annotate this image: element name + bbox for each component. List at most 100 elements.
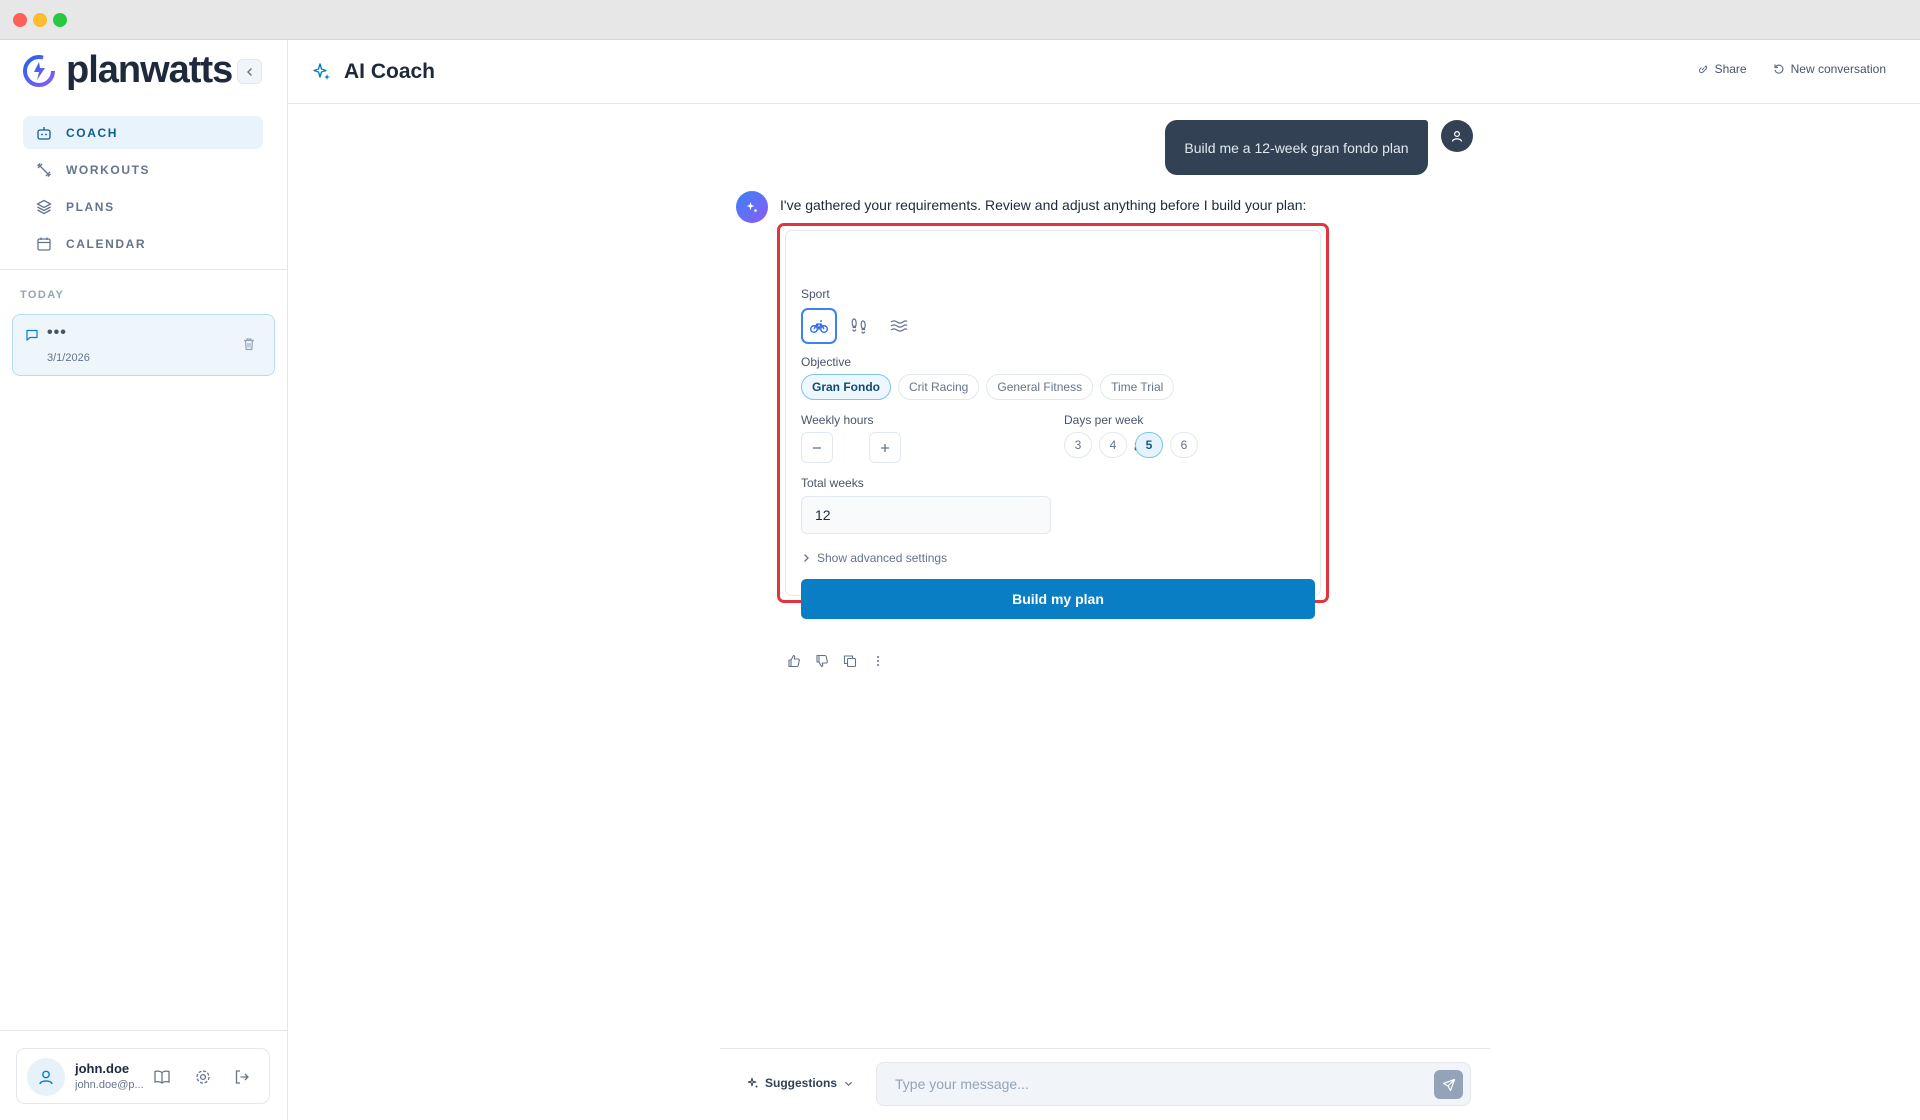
sparkles-icon bbox=[747, 1077, 758, 1088]
copy-button[interactable] bbox=[841, 652, 859, 670]
nav-label: WORKOUTS bbox=[66, 162, 151, 177]
user-message-bubble: Build me a 12-week gran fondo plan bbox=[1165, 120, 1428, 175]
share-button[interactable]: Share bbox=[1697, 62, 1747, 76]
day-chip-5[interactable]: 5 bbox=[1135, 432, 1163, 458]
suggestions-dropdown[interactable]: Suggestions bbox=[747, 1076, 859, 1090]
user-icon bbox=[1451, 130, 1463, 142]
logout-icon bbox=[235, 1070, 249, 1084]
sidebar-divider bbox=[0, 269, 287, 270]
nav-label: PLANS bbox=[66, 199, 115, 214]
new-conversation-label: New conversation bbox=[1790, 62, 1886, 76]
minimize-window-button[interactable] bbox=[33, 13, 47, 27]
total-weeks-label: Total weeks bbox=[801, 476, 864, 490]
day-chip-4[interactable]: 4 bbox=[1099, 432, 1127, 458]
user-card: john.doe john.doe@p... bbox=[16, 1048, 270, 1104]
message-square-icon bbox=[25, 328, 39, 347]
show-advanced-settings-label: Show advanced settings bbox=[817, 551, 948, 565]
sidebar-footer-divider bbox=[0, 1030, 287, 1031]
nav-label: CALENDAR bbox=[66, 236, 147, 251]
logo-row: planwatts bbox=[0, 40, 287, 103]
days-per-week-label: Days per week bbox=[1064, 413, 1144, 427]
close-window-button[interactable] bbox=[13, 13, 27, 27]
user-icon bbox=[39, 1070, 53, 1085]
dumbbell-icon bbox=[36, 162, 52, 178]
user-email: john.doe@p... bbox=[75, 1079, 144, 1091]
thumbs-up-icon bbox=[788, 654, 800, 668]
avatar[interactable] bbox=[27, 1058, 65, 1096]
layers-icon bbox=[36, 199, 52, 215]
topbar-actions: Share New conversation bbox=[1671, 62, 1886, 76]
sidebar: planwatts COACH WORKOUTS PLANS CALENDAR … bbox=[0, 40, 288, 1120]
build-plan-button[interactable]: Build my plan bbox=[801, 579, 1315, 619]
delete-conversation-button[interactable] bbox=[242, 337, 256, 356]
chevron-right-icon bbox=[804, 554, 809, 562]
more-vertical-icon bbox=[877, 656, 879, 666]
objective-label: Objective bbox=[801, 355, 852, 369]
weekly-hours-label: Weekly hours bbox=[801, 413, 874, 427]
assistant-avatar bbox=[736, 191, 768, 223]
page-title: AI Coach bbox=[344, 60, 436, 83]
day-chip-6[interactable]: 6 bbox=[1170, 432, 1198, 458]
objective-options: Gran Fondo Crit Racing General Fitness T… bbox=[801, 374, 1181, 400]
minus-icon bbox=[813, 446, 821, 449]
chevron-down-icon bbox=[844, 1081, 853, 1086]
day-chip-3[interactable]: 3 bbox=[1064, 432, 1092, 458]
collapse-sidebar-button[interactable] bbox=[237, 59, 262, 84]
sparkles-icon bbox=[312, 62, 332, 87]
conversation-item[interactable]: ••• 3/1/2026 bbox=[12, 314, 275, 376]
sport-option-swimming[interactable] bbox=[881, 308, 917, 344]
share-label: Share bbox=[1714, 62, 1747, 76]
nav-label: COACH bbox=[66, 125, 118, 140]
objective-chip-crit-racing[interactable]: Crit Racing bbox=[898, 374, 980, 400]
maximize-window-button[interactable] bbox=[53, 13, 67, 27]
nav-item-coach[interactable]: COACH bbox=[23, 116, 263, 149]
main-nav: COACH WORKOUTS PLANS CALENDAR bbox=[23, 116, 263, 264]
thumbs-down-icon bbox=[816, 654, 828, 668]
waves-icon bbox=[890, 320, 908, 332]
objective-chip-gran-fondo[interactable]: Gran Fondo bbox=[801, 374, 891, 400]
assistant-message-text: I've gathered your requirements. Review … bbox=[780, 197, 1307, 213]
decrement-hours-button[interactable] bbox=[801, 432, 833, 463]
copy-icon bbox=[843, 655, 857, 668]
sport-option-running[interactable] bbox=[841, 308, 877, 344]
settings-button[interactable] bbox=[192, 1066, 214, 1088]
nav-item-calendar[interactable]: CALENDAR bbox=[23, 227, 263, 260]
footprints-icon bbox=[851, 318, 866, 334]
conversation-date: 3/1/2026 bbox=[47, 352, 90, 364]
bot-icon bbox=[36, 125, 52, 141]
nav-item-plans[interactable]: PLANS bbox=[23, 190, 263, 223]
new-conversation-button[interactable]: New conversation bbox=[1773, 62, 1886, 76]
sport-label: Sport bbox=[801, 287, 830, 301]
chevron-left-icon bbox=[246, 67, 252, 76]
history-group-label: TODAY bbox=[20, 289, 65, 301]
topbar: AI Coach Share New conversation bbox=[288, 40, 1920, 104]
bike-icon bbox=[810, 320, 828, 333]
planwatts-logo-icon bbox=[22, 54, 56, 88]
more-actions-button[interactable] bbox=[869, 652, 887, 670]
show-advanced-settings-toggle[interactable]: Show advanced settings bbox=[801, 551, 947, 565]
objective-chip-general-fitness[interactable]: General Fitness bbox=[986, 374, 1094, 400]
suggestions-label: Suggestions bbox=[765, 1076, 838, 1090]
calendar-icon bbox=[36, 236, 52, 252]
sport-option-cycling[interactable] bbox=[801, 308, 837, 344]
thumbs-down-button[interactable] bbox=[813, 652, 831, 670]
trash-icon bbox=[244, 338, 254, 351]
plus-icon bbox=[881, 443, 889, 452]
rotate-ccw-icon bbox=[1774, 64, 1784, 74]
send-button[interactable] bbox=[1434, 1070, 1463, 1099]
docs-button[interactable] bbox=[151, 1066, 173, 1088]
increment-hours-button[interactable] bbox=[869, 432, 901, 463]
window-titlebar bbox=[0, 0, 1920, 40]
message-input[interactable]: Type your message... bbox=[876, 1062, 1471, 1106]
thumbs-up-button[interactable] bbox=[785, 652, 803, 670]
send-icon bbox=[1442, 1078, 1455, 1091]
total-weeks-input[interactable]: 12 bbox=[801, 496, 1051, 534]
nav-item-workouts[interactable]: WORKOUTS bbox=[23, 153, 263, 186]
conversation-title: ••• bbox=[47, 324, 67, 341]
main-panel: AI Coach Share New conversation Build me… bbox=[288, 40, 1920, 1120]
user-name: john.doe bbox=[75, 1061, 130, 1076]
logout-button[interactable] bbox=[231, 1066, 253, 1088]
objective-chip-time-trial[interactable]: Time Trial bbox=[1100, 374, 1175, 400]
composer-divider bbox=[720, 1048, 1490, 1049]
user-avatar bbox=[1441, 120, 1473, 152]
